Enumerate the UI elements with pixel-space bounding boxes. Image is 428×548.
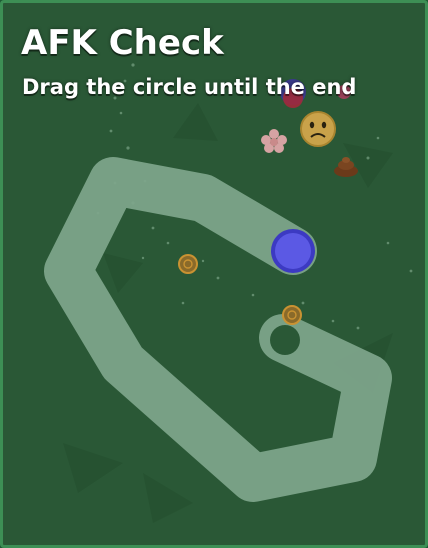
drag-circle-icon[interactable] (271, 229, 315, 273)
coin-icon (178, 254, 198, 274)
dialog-instruction: Drag the circle until the end (22, 75, 357, 99)
end-ring-icon (270, 325, 300, 355)
flower-icon (261, 129, 287, 153)
afk-check-panel: AFK Check Drag the circle until the end (0, 0, 428, 548)
dialog-title: AFK Check (21, 23, 224, 63)
frowning-face-icon (300, 111, 336, 147)
coin-icon (282, 305, 302, 325)
drag-path (44, 157, 392, 502)
